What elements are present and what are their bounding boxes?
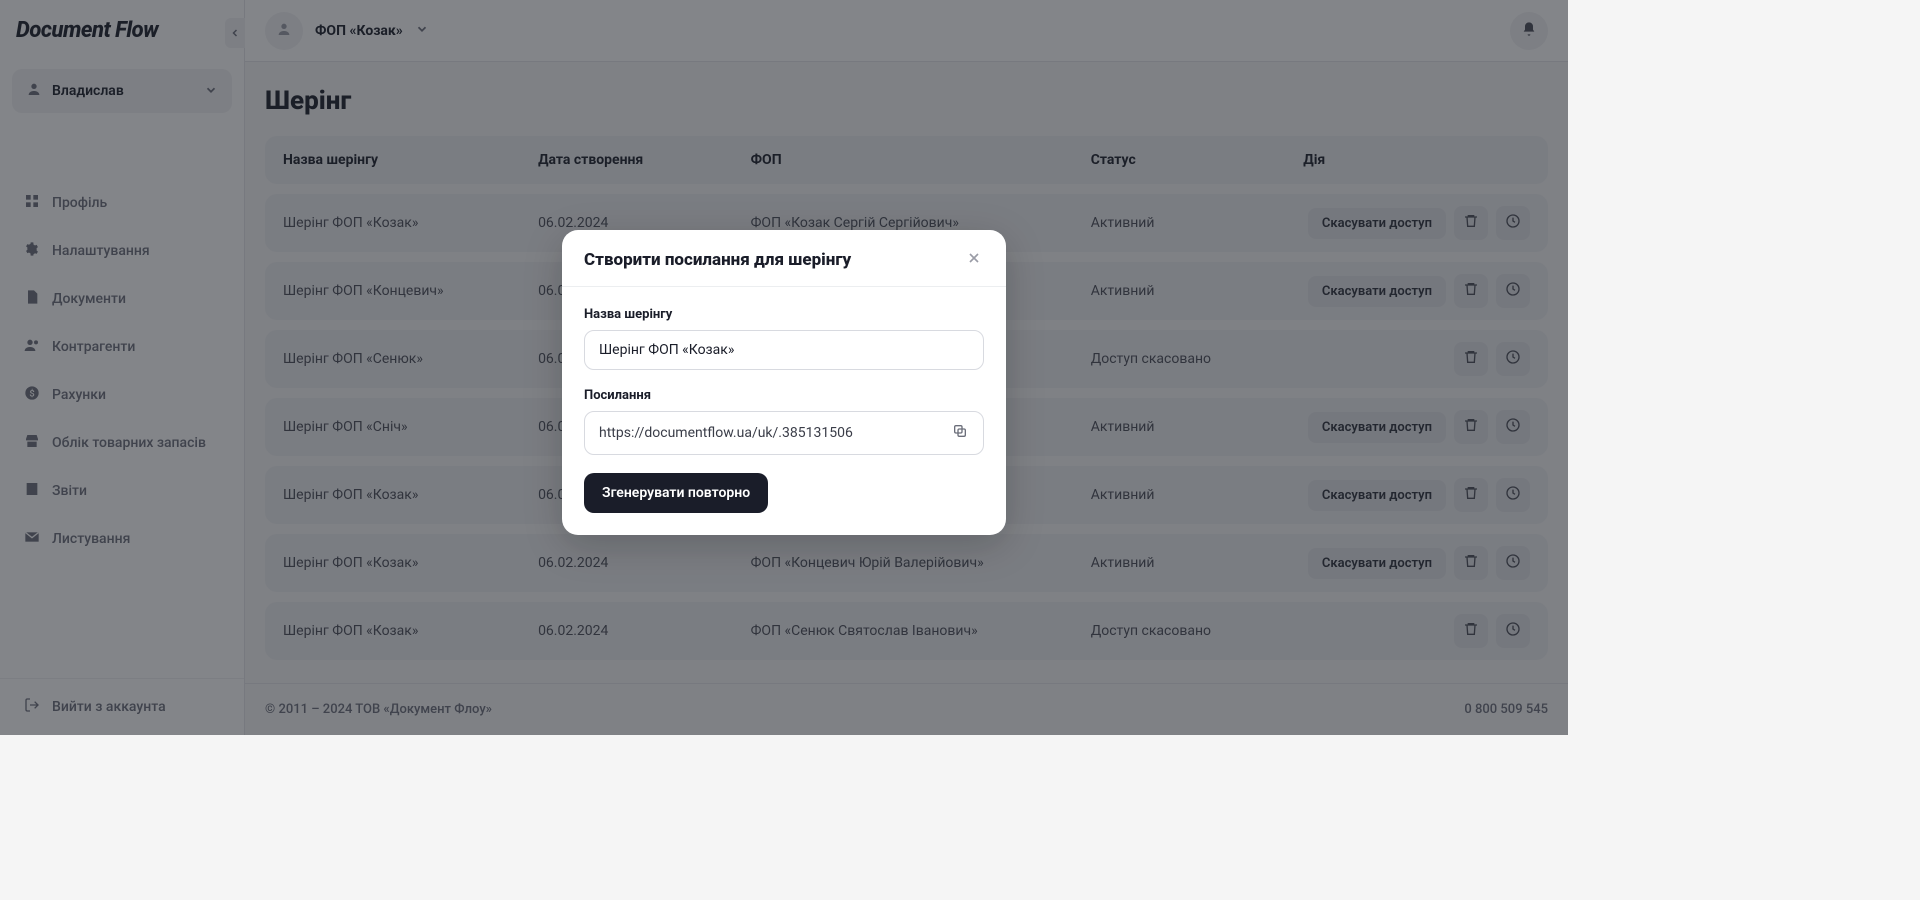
- copy-link-button[interactable]: [947, 420, 973, 446]
- modal-close-button[interactable]: [964, 250, 984, 270]
- regenerate-button[interactable]: Згенерувати повторно: [584, 473, 768, 513]
- close-icon: [966, 250, 982, 270]
- sharing-name-input[interactable]: [584, 330, 984, 370]
- copy-icon: [952, 423, 968, 443]
- sharing-link-value: https://documentflow.ua/uk/.385131506: [599, 425, 947, 441]
- modal-title: Створити посилання для шерінгу: [584, 250, 851, 270]
- sharing-name-label: Назва шерінгу: [584, 307, 984, 322]
- modal-overlay[interactable]: Створити посилання для шерінгу Назва шер…: [0, 0, 1568, 735]
- sharing-link-field: https://documentflow.ua/uk/.385131506: [584, 411, 984, 455]
- create-sharing-link-modal: Створити посилання для шерінгу Назва шер…: [562, 230, 1006, 535]
- sharing-link-label: Посилання: [584, 388, 984, 403]
